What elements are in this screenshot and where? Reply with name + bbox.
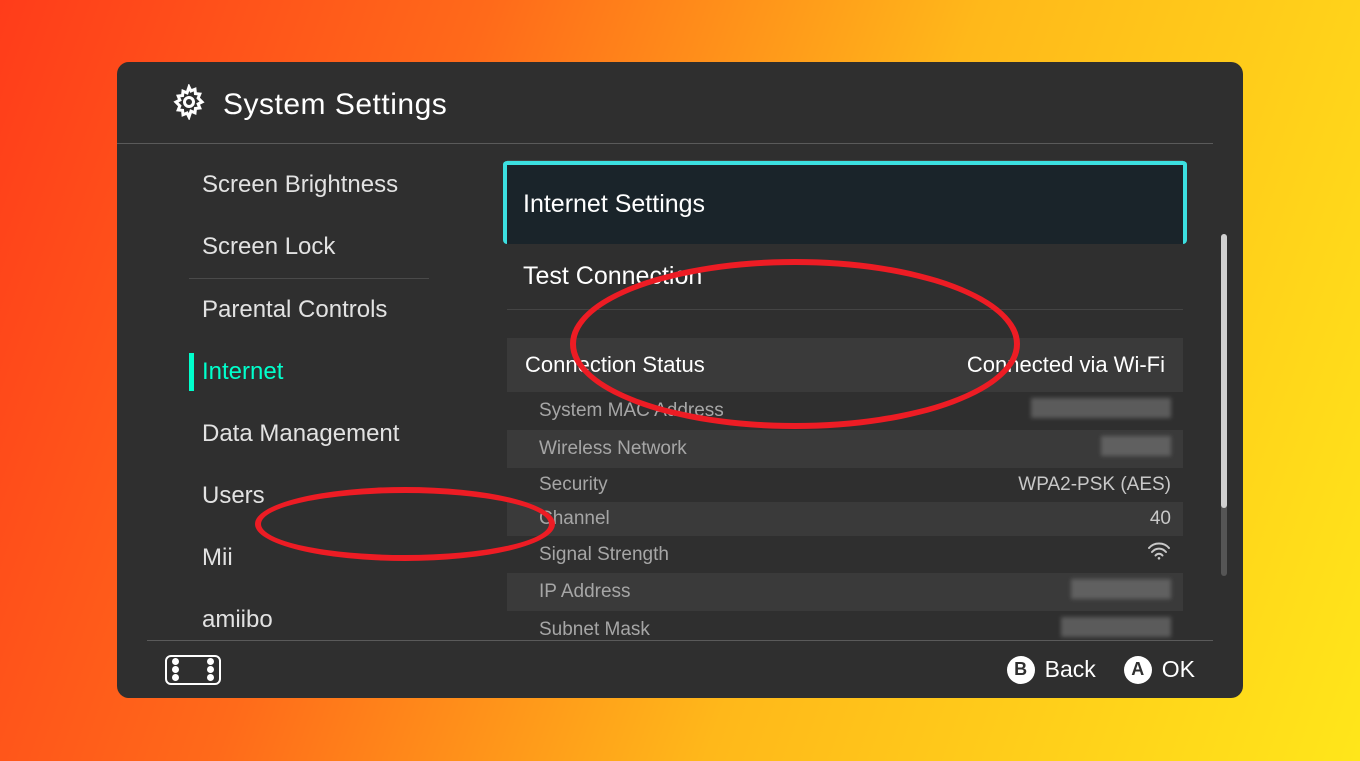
entry-internet-settings[interactable]: Internet Settings [503,161,1187,244]
sidebar: Screen Brightness Screen Lock Parental C… [117,144,457,640]
body: Screen Brightness Screen Lock Parental C… [117,144,1243,640]
sidebar-item-screen-brightness[interactable]: Screen Brightness [117,154,457,216]
footer-right: B Back A OK [1007,656,1195,684]
back-label: Back [1045,656,1096,683]
connection-status-value: Connected via Wi-Fi [967,352,1165,378]
info-row-subnet-mask: Subnet Mask [507,611,1183,640]
sidebar-item-parental-controls[interactable]: Parental Controls [117,279,457,341]
b-button-icon: B [1007,656,1035,684]
info-row-wireless-network: Wireless Network [507,430,1183,468]
footer: B Back A OK [147,640,1213,698]
scrollbar[interactable] [1221,234,1227,576]
sidebar-item-screen-lock[interactable]: Screen Lock [117,216,457,278]
page-title: System Settings [223,88,447,122]
info-label: Subnet Mask [539,619,650,640]
sidebar-item-mii[interactable]: Mii [117,527,457,589]
content-scroll: Internet Settings Test Connection Connec… [507,160,1183,640]
info-value-redacted [1061,617,1171,640]
info-label: Security [539,474,608,496]
sidebar-item-users[interactable]: Users [117,465,457,527]
ok-button[interactable]: A OK [1124,656,1195,684]
info-row-signal-strength: Signal Strength [507,536,1183,573]
info-row-channel: Channel 40 [507,502,1183,536]
info-value: 40 [1150,508,1171,530]
info-label: Wireless Network [539,438,687,460]
wifi-icon [1147,542,1171,567]
a-button-icon: A [1124,656,1152,684]
connection-status-header: Connection Status Connected via Wi-Fi [507,338,1183,392]
sidebar-item-amiibo[interactable]: amiibo [117,589,457,640]
connection-status-label: Connection Status [525,352,705,378]
gear-icon [171,84,207,125]
sidebar-item-internet[interactable]: Internet [117,341,457,403]
settings-window: System Settings Screen Brightness Screen… [117,62,1243,698]
info-label: Channel [539,508,610,530]
info-label: System MAC Address [539,400,724,422]
info-value-redacted [1101,436,1171,462]
info-row-mac: System MAC Address [507,392,1183,430]
entry-test-connection[interactable]: Test Connection [507,244,1183,310]
ok-label: OK [1162,656,1195,683]
console-icon [165,655,221,685]
info-row-ip-address: IP Address [507,573,1183,611]
back-button[interactable]: B Back [1007,656,1096,684]
info-label: IP Address [539,581,631,603]
scrollbar-thumb[interactable] [1221,234,1227,508]
content-panel: Internet Settings Test Connection Connec… [457,144,1243,640]
info-value-redacted [1031,398,1171,424]
sidebar-item-data-management[interactable]: Data Management [117,403,457,465]
info-label: Signal Strength [539,544,669,566]
info-row-security: Security WPA2-PSK (AES) [507,468,1183,502]
info-value: WPA2-PSK (AES) [1018,474,1171,496]
header: System Settings [117,62,1213,144]
info-value-redacted [1071,579,1171,605]
